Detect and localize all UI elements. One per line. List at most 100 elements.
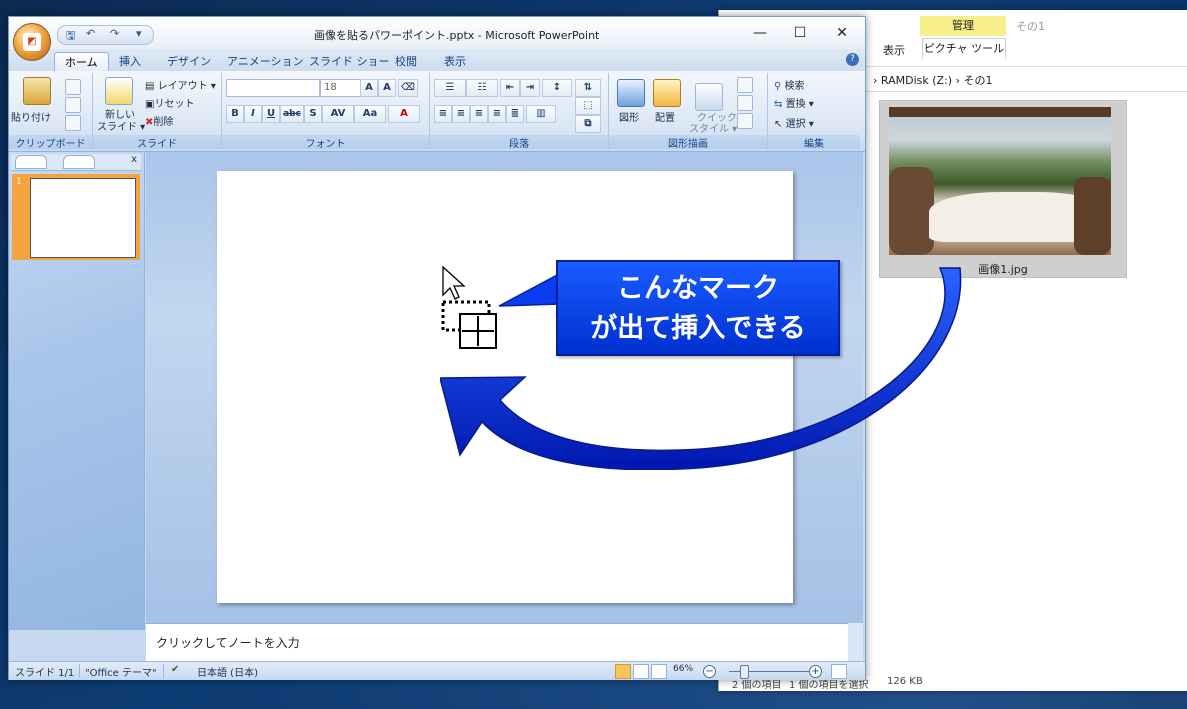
zoom-out-button[interactable]: − <box>703 665 716 678</box>
notes-scrollbar[interactable] <box>848 623 863 661</box>
underline-button[interactable]: U <box>262 105 280 123</box>
smartart-button[interactable]: ⧉ <box>575 115 601 133</box>
select-button[interactable]: ↖ 選択 ▾ <box>774 115 814 130</box>
slides-panel-tabs: x <box>11 154 141 171</box>
arrange-icon[interactable] <box>653 79 681 107</box>
zoom-in-button[interactable]: + <box>809 665 822 678</box>
copy-icon[interactable] <box>65 97 81 113</box>
zoom-slider-knob[interactable] <box>740 665 749 679</box>
shape-effects-icon[interactable] <box>737 113 753 129</box>
photo-window-frame <box>889 107 1111 117</box>
paste-icon[interactable] <box>23 77 51 105</box>
replace-button[interactable]: ⇆ 置換 ▾ <box>774 95 814 110</box>
drag-insert-icon <box>441 300 497 349</box>
change-case-button[interactable]: Aa <box>354 105 386 123</box>
qat-customize-icon[interactable]: ▾ <box>136 27 142 40</box>
slide-sorter-button[interactable] <box>633 664 649 679</box>
minimize-button[interactable]: — <box>745 23 775 43</box>
office-button[interactable]: ◩ <box>13 23 51 61</box>
tab-view[interactable]: 表示 <box>883 42 905 58</box>
font-size-combo[interactable]: 18 <box>320 79 361 97</box>
align-text-button[interactable]: ⬚ <box>575 97 601 115</box>
decrease-indent-button[interactable]: ⇤ <box>500 79 520 97</box>
image-thumbnail[interactable] <box>889 107 1111 255</box>
line-spacing-button[interactable]: ↕ <box>542 79 572 97</box>
close-button[interactable]: ✕ <box>827 23 857 43</box>
tab-picture-tools[interactable]: ピクチャ ツール <box>922 38 1006 59</box>
grow-font-button[interactable]: A <box>360 79 378 97</box>
tab-review[interactable]: 校閲 <box>385 52 427 71</box>
slide-thumbnail-selected[interactable]: 1 <box>12 174 140 260</box>
fit-to-window-button[interactable] <box>831 664 847 679</box>
bold-button[interactable]: B <box>226 105 244 123</box>
shapes-label[interactable]: 図形 <box>619 109 639 124</box>
quick-styles-label-2[interactable]: スタイル ▾ <box>689 120 737 135</box>
quick-styles-icon[interactable] <box>695 83 723 111</box>
annotation-callout: こんなマーク が出て挿入できる <box>556 260 840 356</box>
status-bar: スライド 1/1 "Office テーマ" ✔ 日本語 (日本) 66% − + <box>9 661 865 680</box>
shadow-button[interactable]: S <box>304 105 322 123</box>
text-direction-button[interactable]: ⇅ <box>575 79 601 97</box>
office-logo-icon: ◩ <box>23 33 41 51</box>
group-font: 18 A A ⌫ B I U abc S AV Aa A フォント <box>222 73 430 150</box>
group-clipboard: 貼り付け クリップボード <box>9 73 93 150</box>
address-path[interactable]: › RAMDisk (Z:) › その1 <box>873 72 992 88</box>
undo-icon[interactable]: ↶ <box>86 27 95 40</box>
layout-button[interactable]: ▤ レイアウト ▾ <box>145 77 216 92</box>
char-spacing-button[interactable]: AV <box>322 105 354 123</box>
increase-indent-button[interactable]: ⇥ <box>520 79 540 97</box>
status-language[interactable]: 日本語 (日本) <box>197 664 258 679</box>
zoom-level[interactable]: 66% <box>673 664 693 674</box>
find-button[interactable]: ⚲ 検索 <box>774 77 805 92</box>
close-panel-icon[interactable]: x <box>131 154 137 165</box>
tab-home[interactable]: ホーム <box>54 52 109 72</box>
align-right-button[interactable]: ≡ <box>470 105 488 123</box>
columns-button[interactable]: ▥ <box>526 105 556 123</box>
slide-thumbnail[interactable] <box>30 178 136 258</box>
tab-design[interactable]: デザイン <box>157 52 221 71</box>
group-label-font: フォント <box>222 135 429 150</box>
group-label-slides: スライド <box>93 135 221 150</box>
align-center-button[interactable]: ≡ <box>452 105 470 123</box>
shapes-icon[interactable] <box>617 79 645 107</box>
tab-view[interactable]: 表示 <box>434 52 476 71</box>
new-slide-icon[interactable] <box>105 77 133 105</box>
distribute-button[interactable]: ≣ <box>506 105 524 123</box>
strikethrough-button[interactable]: abc <box>280 105 304 123</box>
italic-button[interactable]: I <box>244 105 262 123</box>
status-slide-count: スライド 1/1 <box>15 668 75 679</box>
font-name-combo[interactable] <box>226 79 320 97</box>
group-label-paragraph: 段落 <box>430 135 608 150</box>
numbering-button[interactable]: ☷ <box>466 79 498 97</box>
outline-tab[interactable] <box>63 155 95 169</box>
delete-slide-button[interactable]: ✖削除 <box>145 113 173 128</box>
spell-check-icon[interactable]: ✔ <box>171 664 179 675</box>
justify-button[interactable]: ≡ <box>488 105 506 123</box>
replace-label: 置換 ▾ <box>785 99 814 110</box>
shape-outline-icon[interactable] <box>737 95 753 111</box>
clear-format-button[interactable]: ⌫ <box>398 79 418 97</box>
notes-pane[interactable]: クリックしてノートを入力 <box>146 623 848 662</box>
align-left-button[interactable]: ≡ <box>434 105 452 123</box>
mouse-cursor-icon <box>442 265 466 300</box>
normal-view-button[interactable] <box>615 664 631 679</box>
bullets-button[interactable]: ☰ <box>434 79 466 97</box>
tab-manage[interactable]: 管理 <box>920 16 1006 36</box>
arrange-label[interactable]: 配置 <box>655 109 675 124</box>
shrink-font-button[interactable]: A <box>378 79 396 97</box>
save-icon[interactable]: 🖫 <box>66 27 75 46</box>
help-icon[interactable]: ? <box>846 53 859 66</box>
format-painter-icon[interactable] <box>65 115 81 131</box>
new-slide-label-2[interactable]: スライド ▾ <box>97 118 145 133</box>
shape-fill-icon[interactable] <box>737 77 753 93</box>
notes-placeholder[interactable]: クリックしてノートを入力 <box>156 634 300 651</box>
slideshow-view-button[interactable] <box>651 664 667 679</box>
font-color-button[interactable]: A <box>388 105 420 123</box>
redo-icon[interactable]: ↷ <box>110 27 119 40</box>
cut-icon[interactable] <box>65 79 81 95</box>
tab-insert[interactable]: 挿入 <box>109 52 151 71</box>
paste-button-label[interactable]: 貼り付け <box>11 109 51 124</box>
maximize-button[interactable]: ☐ <box>785 23 815 43</box>
reset-button[interactable]: ▣リセット <box>145 95 194 110</box>
slides-tab[interactable] <box>15 155 47 169</box>
